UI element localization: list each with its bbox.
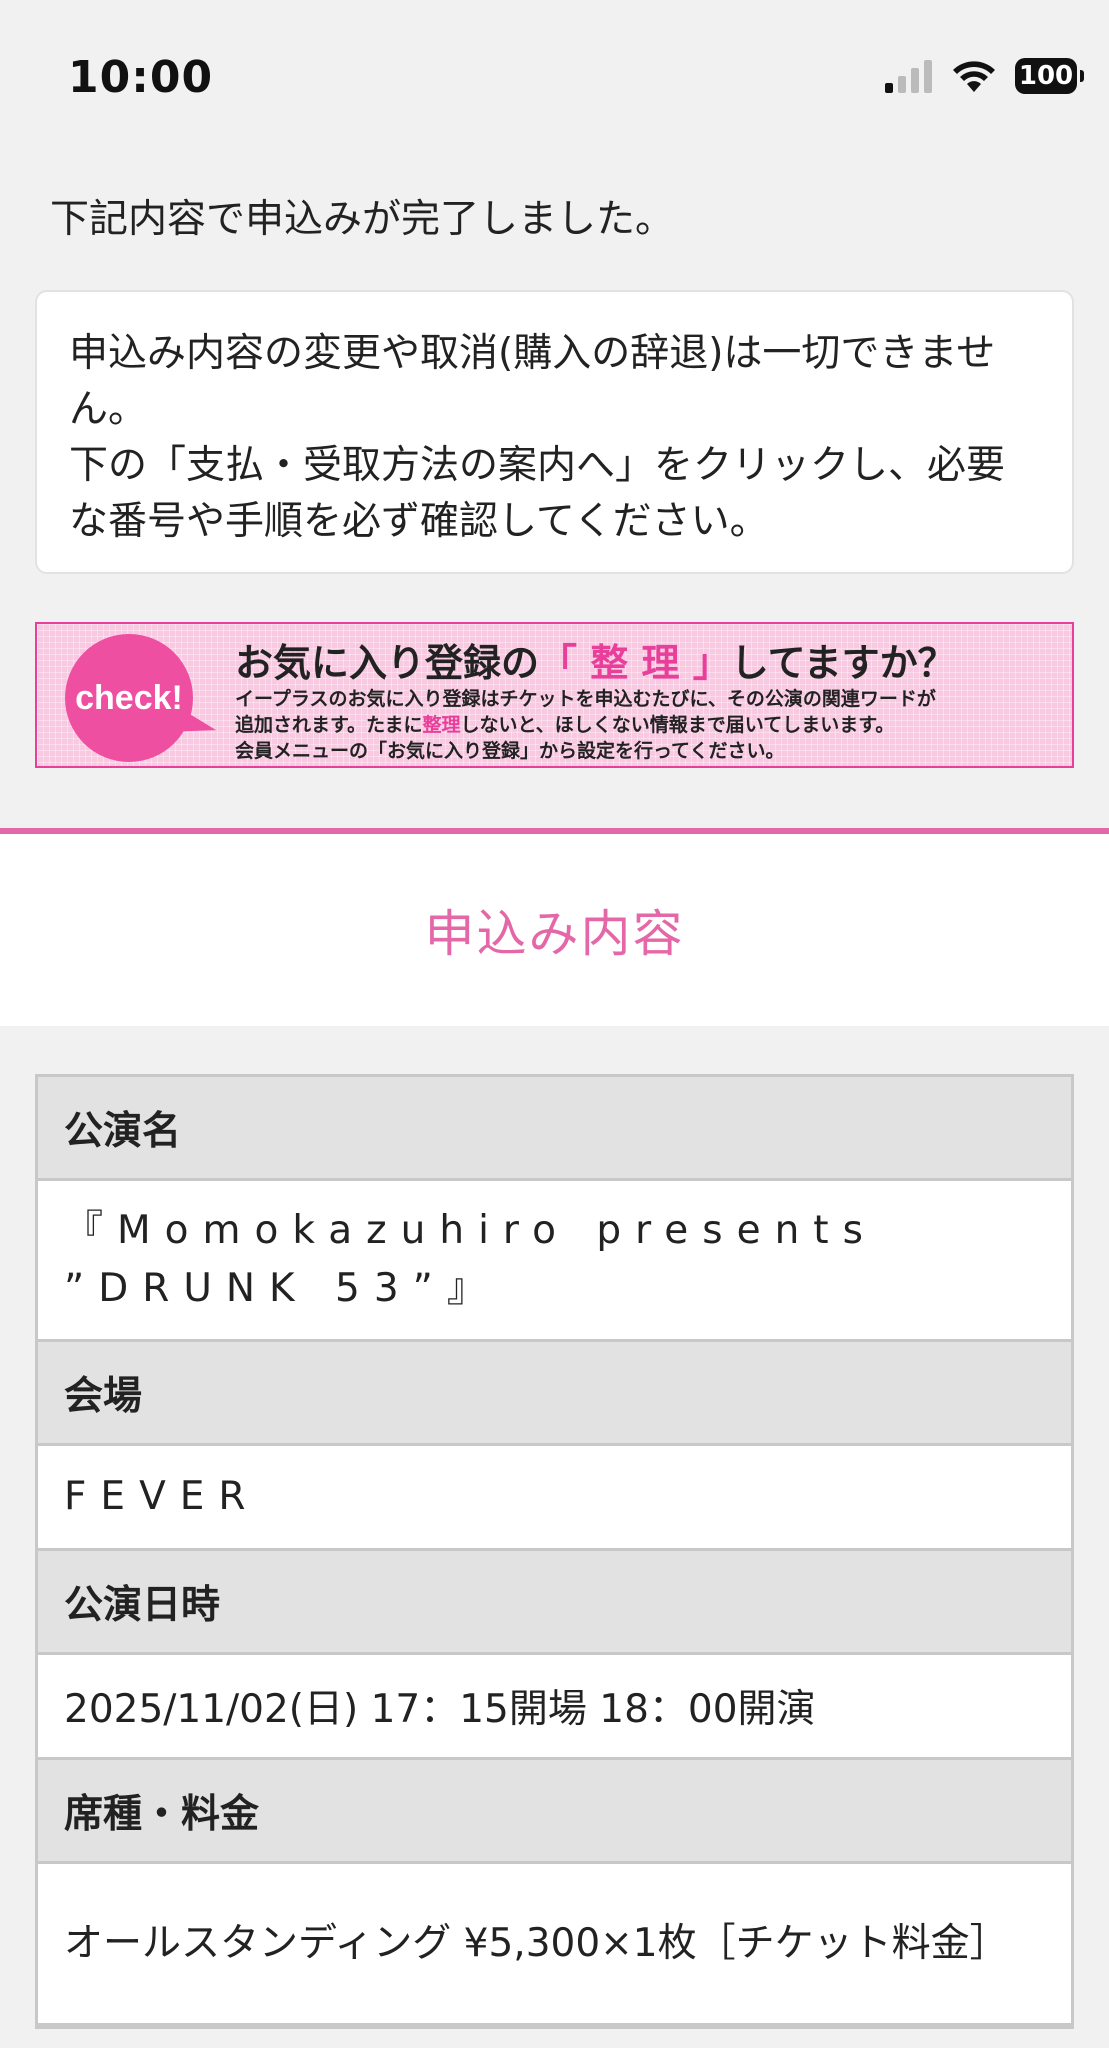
notice-line-payment: 下の「支払・受取方法の案内へ」をクリックし、必要な番号や手順を必ず確認してくださ… — [69, 443, 1006, 544]
status-time: 10:00 — [68, 52, 214, 103]
datetime-value: 2025/11/02(日) 17：15開場 18：00開演 — [38, 1655, 1071, 1760]
application-details-table: 公演名 『Momokazuhiro presents ”DRUNK 53”』 会… — [35, 1074, 1074, 2029]
banner-title-highlight: 「 整 理 」 — [539, 641, 731, 685]
battery-icon: 100 — [1015, 58, 1084, 94]
banner-title-pre: お気に入り登録の — [235, 641, 540, 685]
venue-value: FEVER — [38, 1446, 1071, 1551]
banner-body: イープラスのお気に入り登録はチケットを申込むたびに、その公演の関連ワードが 追加… — [235, 686, 936, 764]
status-bar: 10:00 100 — [0, 0, 1109, 150]
notice-box: 申込み内容の変更や取消(購入の辞退)は一切できません。 下の「支払・受取方法の案… — [35, 290, 1074, 574]
section-header: 申込み内容 — [0, 834, 1109, 1026]
status-icons: 100 — [883, 58, 1084, 94]
seat-price-value: オールスタンディング ¥5,300×1枚［チケット料金］ — [38, 1864, 1071, 2026]
notice-line-cancel: 申込み内容の変更や取消(購入の辞退)は一切できません。 — [69, 331, 996, 432]
section-title: 申込み内容 — [424, 905, 685, 963]
banner-body-line1: イープラスのお気に入り登録はチケットを申込むたびに、その公演の関連ワードが — [235, 688, 936, 710]
performance-name-label: 公演名 — [38, 1077, 1071, 1181]
banner-title: お気に入り登録の「 整 理 」してますか？ — [235, 632, 956, 687]
performance-name-value: 『Momokazuhiro presents ”DRUNK 53”』 — [38, 1181, 1071, 1342]
datetime-label: 公演日時 — [38, 1551, 1071, 1655]
banner-title-post: してますか？ — [730, 641, 956, 685]
completion-message: 下記内容で申込みが完了しました。 — [50, 197, 675, 242]
cellular-signal-icon — [885, 60, 932, 93]
favorites-banner[interactable]: check! お気に入り登録の「 整 理 」してますか？ イープラスのお気に入り… — [35, 622, 1074, 768]
wifi-icon — [953, 61, 995, 92]
venue-label: 会場 — [38, 1342, 1071, 1446]
banner-body-line3: 会員メニューの「お気に入り登録」から設定を行ってください。 — [235, 740, 785, 762]
seat-price-label: 席種・料金 — [38, 1760, 1071, 1864]
banner-body-line2: 追加されます。たまに整理しないと、ほしくない情報まで届いてしまいます。 — [235, 714, 895, 736]
check-badge-icon: check! — [65, 634, 193, 762]
